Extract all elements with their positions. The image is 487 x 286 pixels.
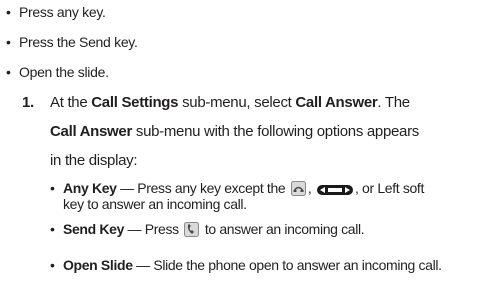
option-desc: , or Left soft xyxy=(354,180,424,196)
manual-page: • Press any key. • Press the Send key. • Op… xyxy=(0,0,487,286)
step-text: sub-menu with the following options appe… xyxy=(132,123,419,140)
bullet-dot: • xyxy=(6,4,11,20)
option-name: Send Key xyxy=(63,221,124,237)
option-desc: , xyxy=(307,180,315,196)
step-line-3: in the display: xyxy=(50,152,138,170)
step-line-1: At the Call Settings sub-menu, select Ca… xyxy=(50,94,410,112)
end-key-icon xyxy=(290,181,306,199)
bullet-text: Press any key. xyxy=(19,4,106,20)
send-key-icon xyxy=(184,222,200,240)
step-text: . The xyxy=(377,94,410,111)
menu-name-call-settings: Call Settings xyxy=(91,94,179,111)
option-name: Open Slide xyxy=(63,257,133,273)
option-desc: — Press any key except the xyxy=(116,180,289,196)
step-line-2: Call Answer sub-menu with the following … xyxy=(50,123,419,141)
navigation-key-icon xyxy=(316,183,353,199)
step-text: sub-menu, select xyxy=(178,94,296,111)
bullet-dot: • xyxy=(50,257,55,273)
option-any-key-continued: key to answer an incoming call. xyxy=(63,196,247,212)
bullet-open-slide: • Open the slide. xyxy=(6,64,109,80)
option-open-slide: • Open Slide — Slide the phone open to an… xyxy=(50,257,442,273)
option-name: Any Key xyxy=(63,180,117,196)
step-text: At the xyxy=(50,94,92,111)
option-send-key: • Send Key — Press to answer an incoming … xyxy=(50,221,365,240)
option-desc: — Slide the phone open to answer an inco… xyxy=(132,257,442,273)
bullet-text: Press the Send key. xyxy=(19,34,138,50)
bullet-text: Open the slide. xyxy=(19,64,109,80)
bullet-dot: • xyxy=(50,221,55,237)
option-desc: — Press xyxy=(124,221,183,237)
option-desc: to answer an incoming call. xyxy=(201,221,365,237)
step-text: in the display: xyxy=(50,152,138,169)
menu-name-call-answer: Call Answer xyxy=(50,123,133,140)
menu-name-call-answer: Call Answer xyxy=(295,94,378,111)
bullet-press-any-key: • Press any key. xyxy=(6,4,106,20)
bullet-dot: • xyxy=(6,64,11,80)
bullet-press-send-key: • Press the Send key. xyxy=(6,34,138,50)
bullet-dot: • xyxy=(6,34,11,50)
step-number: 1. xyxy=(22,94,34,111)
option-desc: key to answer an incoming call. xyxy=(63,196,247,212)
bullet-dot: • xyxy=(50,180,55,196)
